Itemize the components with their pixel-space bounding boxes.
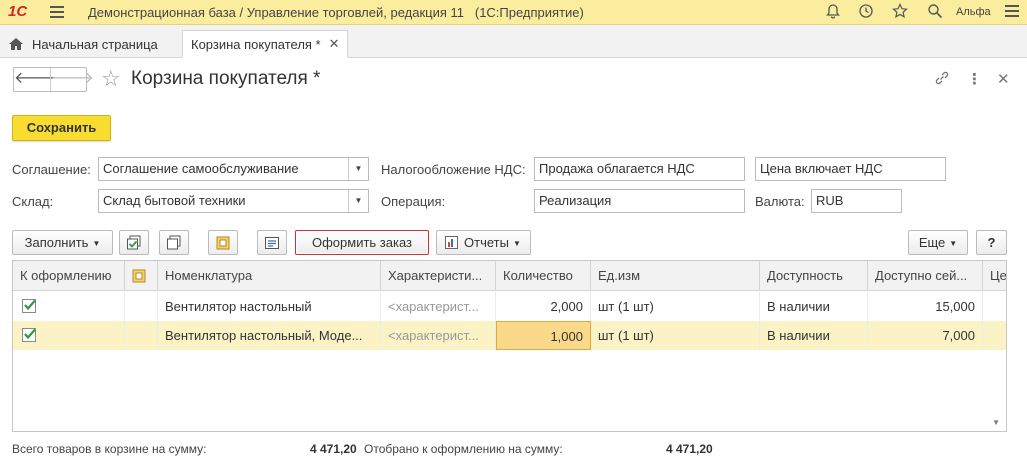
tabs-bar: Начальная страница Корзина покупателя * … xyxy=(0,25,1027,58)
reports-button[interactable]: Отчеты ▼ xyxy=(436,230,531,255)
checkbox-checked[interactable] xyxy=(22,328,36,342)
column-header-characteristic[interactable]: Характеристи... xyxy=(381,261,496,291)
dropdown-arrow-icon[interactable]: ▼ xyxy=(348,158,368,180)
history-icon[interactable] xyxy=(857,3,875,21)
dropdown-arrow-icon[interactable]: ▼ xyxy=(348,190,368,212)
user-name[interactable]: Альфа xyxy=(956,6,991,18)
availability-cell: В наличии xyxy=(760,292,868,321)
tab-home-label: Начальная страница xyxy=(32,36,158,52)
agreement-label: Соглашение: xyxy=(12,162,91,177)
forward-arrow-icon[interactable]: 🡒 xyxy=(50,68,94,91)
available-now-cell: 7,000 xyxy=(868,321,983,350)
bell-icon[interactable] xyxy=(824,3,842,21)
scroll-down-arrow-icon[interactable]: ▼ xyxy=(992,418,1000,427)
agreement-field[interactable]: Соглашение самообслуживание ▼ xyxy=(98,157,369,181)
close-tab-icon[interactable]: ✕ xyxy=(329,36,340,52)
table-row[interactable]: Вентилятор настольный <характерист... 2,… xyxy=(13,292,1006,321)
currency-field[interactable]: RUB xyxy=(811,189,902,213)
selected-value: 4 471,20 xyxy=(666,442,713,456)
column-header-icon[interactable] xyxy=(125,261,158,291)
document-icon xyxy=(265,237,279,249)
check-all-icon xyxy=(127,235,141,250)
form-title: Корзина покупателя * xyxy=(131,68,321,89)
chevron-down-icon: ▼ xyxy=(949,239,958,249)
table-row-selected[interactable]: Вентилятор настольный, Моде... <характер… xyxy=(13,321,1006,350)
to-process-cell[interactable] xyxy=(13,321,125,350)
title-bar: 1С Демонстрационная база / Управление то… xyxy=(0,0,1027,25)
icon-cell xyxy=(125,321,158,350)
fill-button[interactable]: Заполнить ▼ xyxy=(12,230,113,255)
uncheck-all-button[interactable] xyxy=(159,230,189,255)
quantity-cell[interactable]: 2,000 xyxy=(496,292,591,321)
column-header-price[interactable]: Це xyxy=(983,261,1006,291)
chevron-down-icon: ▼ xyxy=(512,239,521,249)
column-header-availability[interactable]: Доступность xyxy=(760,261,868,291)
column-header-item[interactable]: Номенклатура xyxy=(158,261,381,291)
select-items-icon xyxy=(132,269,146,283)
more-menu-icon[interactable] xyxy=(1005,5,1019,20)
characteristic-cell[interactable]: <характерист... xyxy=(381,292,496,321)
more-button[interactable]: Еще ▼ xyxy=(908,230,968,255)
icon-cell xyxy=(125,292,158,321)
currency-label: Валюта: xyxy=(755,194,805,209)
close-form-icon[interactable]: ✕ xyxy=(997,70,1010,88)
total-label: Всего товаров в корзине на сумму: xyxy=(12,442,207,456)
column-header-quantity[interactable]: Количество xyxy=(496,261,591,291)
tab-cart[interactable]: Корзина покупателя * ✕ xyxy=(182,30,348,58)
cart-table: К оформлению Номенклатура Характеристи..… xyxy=(12,260,1007,432)
history-navigation: 🡐 🡒 xyxy=(13,67,94,92)
search-icon[interactable] xyxy=(926,3,944,21)
favorites-star-icon[interactable] xyxy=(891,3,909,21)
place-order-button[interactable]: Оформить заказ xyxy=(295,230,429,255)
price-vat-field[interactable]: Цена включает НДС xyxy=(755,157,946,181)
unit-cell[interactable]: шт (1 шт) xyxy=(591,321,760,350)
chevron-down-icon: ▼ xyxy=(92,239,101,249)
operation-field[interactable]: Реализация xyxy=(534,189,745,213)
column-header-available-now[interactable]: Доступно сей... xyxy=(868,261,983,291)
select-items-icon xyxy=(216,236,230,250)
availability-cell: В наличии xyxy=(760,321,868,350)
app-logo: 1С xyxy=(8,3,28,20)
document-button[interactable] xyxy=(257,230,287,255)
app-title: Демонстрационная база / Управление торго… xyxy=(88,5,584,20)
operation-label: Операция: xyxy=(381,194,446,209)
column-header-unit[interactable]: Ед.изм xyxy=(591,261,760,291)
save-button[interactable]: Сохранить xyxy=(12,115,111,141)
reports-chart-icon xyxy=(445,236,458,249)
home-icon xyxy=(9,38,23,50)
item-cell[interactable]: Вентилятор настольный xyxy=(158,292,381,321)
vat-label: Налогообложение НДС: xyxy=(381,162,526,177)
item-cell[interactable]: Вентилятор настольный, Моде... xyxy=(158,321,381,350)
available-now-cell: 15,000 xyxy=(868,292,983,321)
warehouse-field[interactable]: Склад бытовой техники ▼ xyxy=(98,189,369,213)
back-arrow-icon[interactable]: 🡐 xyxy=(14,68,57,91)
table-header: К оформлению Номенклатура Характеристи..… xyxy=(13,261,1006,291)
column-header-to-process[interactable]: К оформлению xyxy=(13,261,125,291)
more-actions-icon[interactable]: ⋮ xyxy=(967,70,982,88)
uncheck-all-icon xyxy=(167,235,181,250)
tab-cart-label: Корзина покупателя * xyxy=(191,36,321,52)
help-button[interactable]: ? xyxy=(976,230,1007,255)
vat-field[interactable]: Продажа облагается НДС xyxy=(534,157,745,181)
to-process-cell[interactable] xyxy=(13,292,125,321)
quantity-cell-active[interactable]: 1,000 xyxy=(496,321,591,350)
tab-home[interactable]: Начальная страница xyxy=(8,30,158,58)
selected-label: Отобрано к оформлению на сумму: xyxy=(364,442,563,456)
select-items-button[interactable] xyxy=(208,230,238,255)
total-value: 4 471,20 xyxy=(310,442,357,456)
characteristic-cell[interactable]: <характерист... xyxy=(381,321,496,350)
check-all-button[interactable] xyxy=(119,230,149,255)
unit-cell[interactable]: шт (1 шт) xyxy=(591,292,760,321)
warehouse-label: Склад: xyxy=(12,194,54,209)
link-icon[interactable] xyxy=(934,70,950,90)
main-menu-icon[interactable] xyxy=(50,6,64,18)
favorite-star-icon[interactable]: ☆ xyxy=(101,66,121,92)
checkbox-checked[interactable] xyxy=(22,299,36,313)
